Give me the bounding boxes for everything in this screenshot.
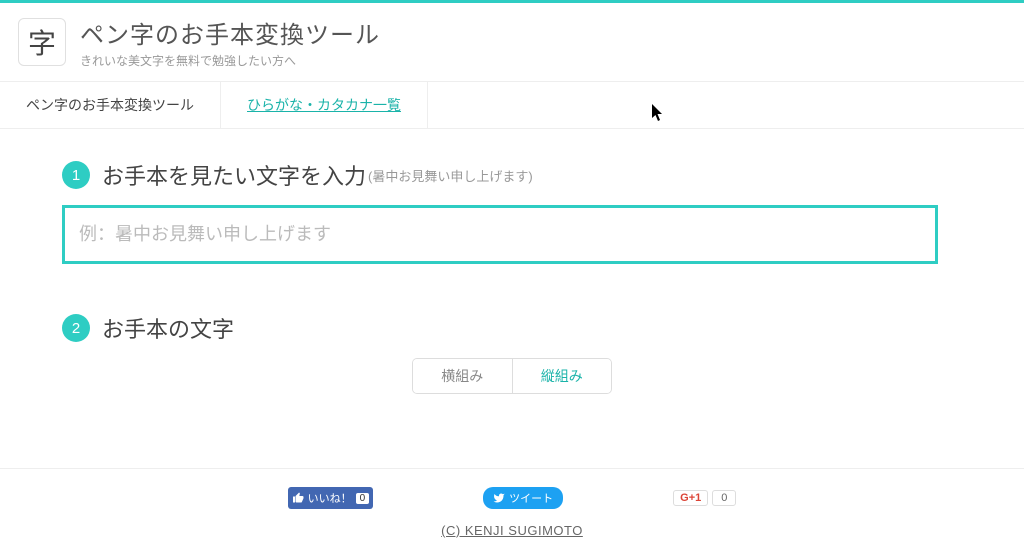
text-input[interactable]: [62, 205, 938, 264]
google-plus-g-icon: G: [680, 492, 689, 504]
vertical-layout-button[interactable]: 縦組み: [513, 359, 612, 393]
site-title: ペン字のお手本変換ツール: [80, 15, 380, 50]
google-plus-count: 0: [712, 490, 736, 506]
google-plus-plus1: +1: [689, 492, 702, 504]
copyright-link[interactable]: (C) KENJI SUGIMOTO: [0, 523, 1024, 538]
facebook-like-label: いいね！: [308, 490, 352, 506]
step2-badge: 2: [62, 314, 90, 342]
google-plus-wrap: G +1 0: [673, 490, 736, 506]
facebook-like-count: 0: [356, 493, 370, 504]
layout-segmented-control: 横組み 縦組み: [412, 358, 612, 394]
thumbs-up-icon: [292, 492, 304, 504]
facebook-like-button[interactable]: いいね！ 0: [288, 487, 374, 509]
social-row: いいね！ 0 ツイート G +1 0: [0, 487, 1024, 509]
main-content: 1 お手本を見たい文字を入力 (暑中お見舞い申し上げます) 2 お手本の文字 横…: [62, 129, 962, 434]
tab-tool[interactable]: ペン字のお手本変換ツール: [0, 82, 221, 128]
twitter-icon: [493, 492, 505, 504]
nav-tabs: ペン字のお手本変換ツール ひらがな・カタカナ一覧: [0, 82, 1024, 129]
step1-badge: 1: [62, 161, 90, 189]
site-subtitle: きれいな美文字を無料で勉強したい方へ: [80, 52, 380, 69]
step2-header: 2 お手本の文字: [62, 312, 962, 344]
step2-title: お手本の文字: [102, 312, 234, 344]
footer: いいね！ 0 ツイート G +1 0 (C) KENJI SUGIMOTO: [0, 468, 1024, 538]
horizontal-layout-button[interactable]: 横組み: [413, 359, 513, 393]
title-block: ペン字のお手本変換ツール きれいな美文字を無料で勉強したい方へ: [80, 15, 380, 69]
step1-header: 1 お手本を見たい文字を入力 (暑中お見舞い申し上げます): [62, 159, 962, 191]
step1-hint: (暑中お見舞い申し上げます): [368, 166, 533, 185]
twitter-tweet-button[interactable]: ツイート: [483, 487, 563, 509]
twitter-tweet-label: ツイート: [509, 490, 553, 506]
google-plus-button[interactable]: G +1: [673, 490, 708, 506]
logo-icon: 字: [18, 18, 66, 66]
step1-title: お手本を見たい文字を入力: [102, 159, 366, 191]
site-header: 字 ペン字のお手本変換ツール きれいな美文字を無料で勉強したい方へ: [0, 3, 1024, 82]
tab-kana-list[interactable]: ひらがな・カタカナ一覧: [221, 82, 428, 128]
